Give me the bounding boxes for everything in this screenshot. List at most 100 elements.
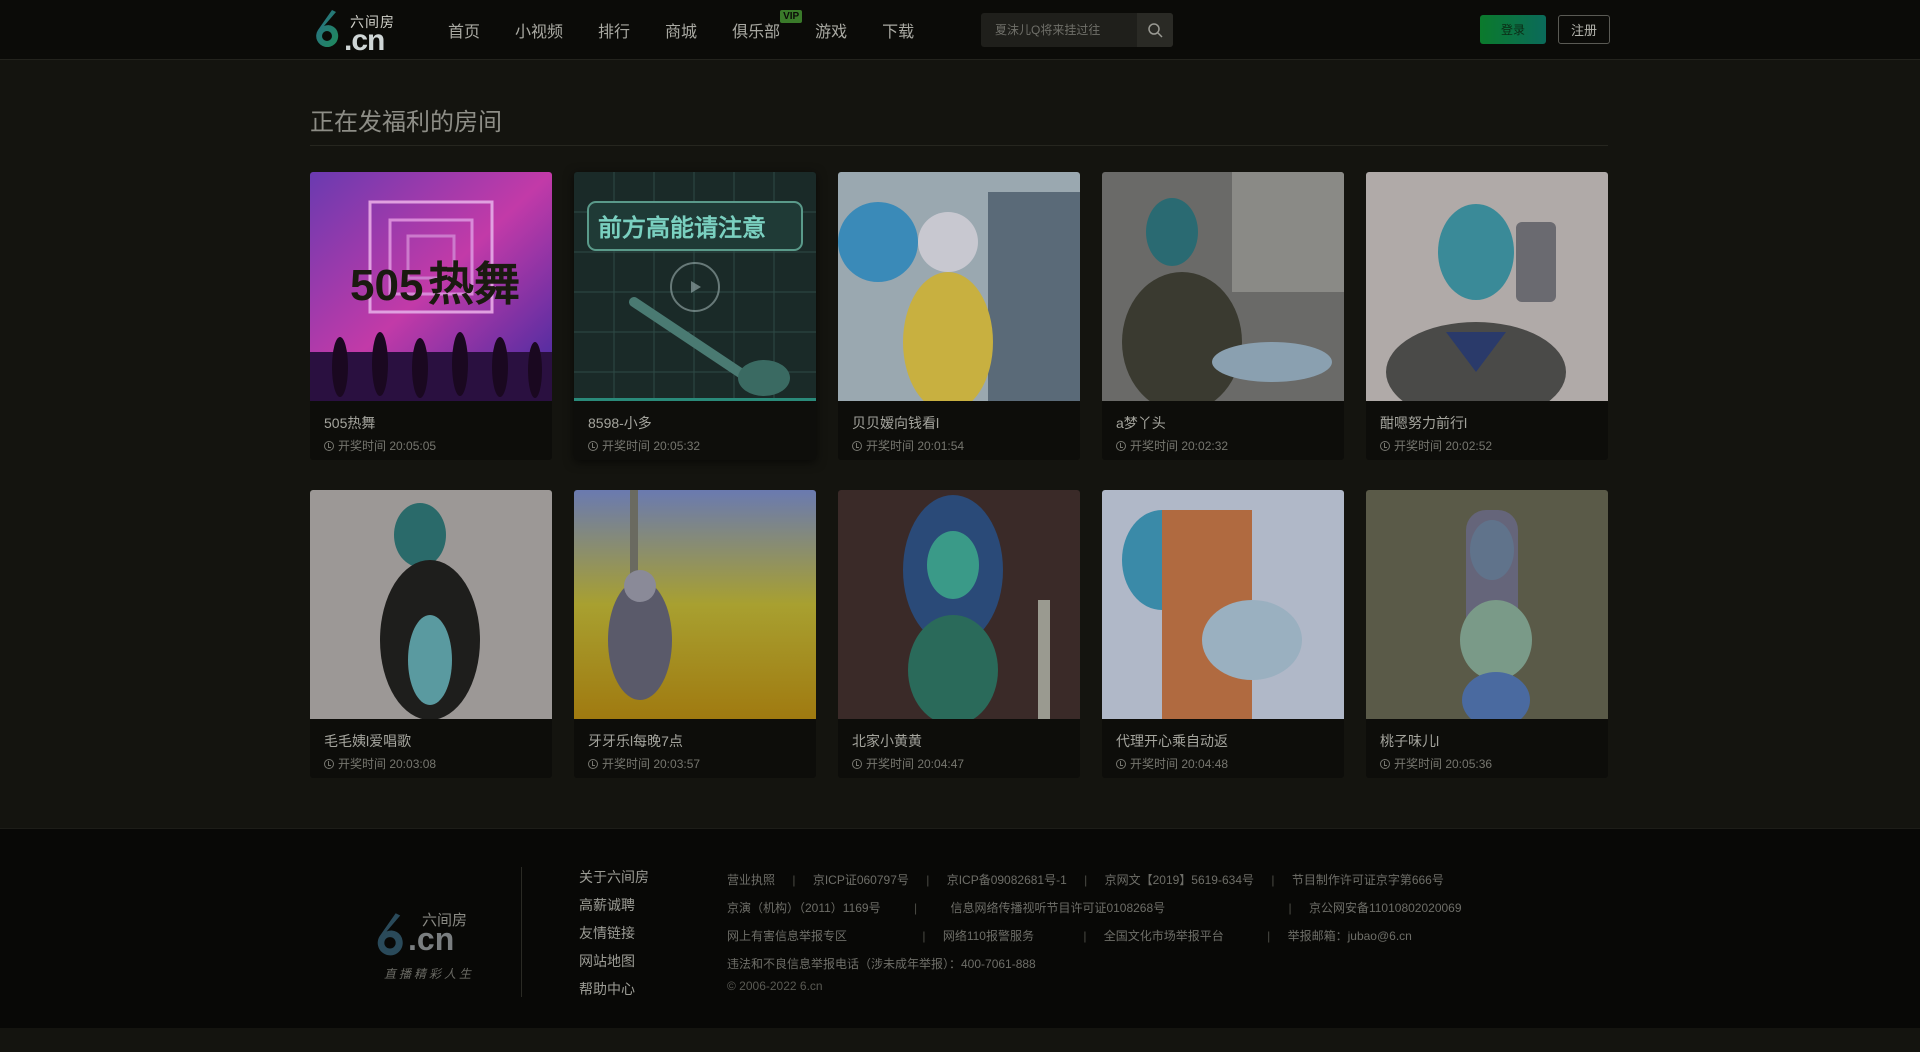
search-input[interactable] <box>981 13 1137 47</box>
footer-link-help[interactable]: 帮助中心 <box>579 975 649 1003</box>
report-culture[interactable]: 全国文化市场举报平台 <box>1104 929 1224 943</box>
thumbnail-streamer-photo <box>838 172 1080 401</box>
clock-icon <box>588 440 598 451</box>
room-name: 8598-小多 <box>588 415 652 431</box>
search-button[interactable] <box>1137 13 1173 47</box>
svg-text:热舞: 热舞 <box>428 258 520 310</box>
lottery-time-text: 开奖时间 20:05:32 <box>602 439 701 453</box>
top-header: 六间房 .cn 首页 小视频 排行 商城 俱乐部 VIP 游戏 下载 登录 注册 <box>0 0 1920 60</box>
room-name: 代理开心乘自动返 <box>1116 733 1228 749</box>
lottery-time-text: 开奖时间 20:03:08 <box>338 757 437 771</box>
nav-home[interactable]: 首页 <box>448 18 480 42</box>
footer-logo-domain: .cn <box>408 921 455 957</box>
license-business[interactable]: 营业执照 <box>727 873 775 887</box>
lottery-time-text: 开奖时间 20:02:52 <box>1394 439 1493 453</box>
lottery-time-text: 开奖时间 20:02:32 <box>1130 439 1229 453</box>
nav-mall[interactable]: 商城 <box>665 18 697 42</box>
nav-club[interactable]: 俱乐部 VIP <box>732 10 803 42</box>
room-card[interactable]: 桃子味儿l 开奖时间 20:05:36 <box>1366 490 1608 778</box>
room-card[interactable]: 代理开心乘自动返 开奖时间 20:04:48 <box>1102 490 1344 778</box>
room-name: 毛毛姨l爱唱歌 <box>324 733 412 749</box>
nav-download[interactable]: 下载 <box>882 18 914 42</box>
lottery-time-text: 开奖时间 20:04:48 <box>1130 757 1229 771</box>
lottery-time: 开奖时间 20:02:32 <box>1116 437 1228 454</box>
report-110[interactable]: 网络110报警服务 <box>943 929 1034 943</box>
nav-short-video[interactable]: 小视频 <box>515 18 563 42</box>
lottery-time: 开奖时间 20:04:47 <box>852 755 964 772</box>
license-net-culture[interactable]: 京网文【2019】5619-634号 <box>1105 873 1254 887</box>
footer-links: 关于六间房 高薪诚聘 友情链接 网站地图 帮助中心 <box>579 863 649 1003</box>
clock-icon <box>1380 440 1390 451</box>
lottery-time-text: 开奖时间 20:05:36 <box>1394 757 1493 771</box>
nav-ranking[interactable]: 排行 <box>598 18 630 42</box>
license-production[interactable]: 节目制作许可证京字第666号 <box>1292 873 1444 887</box>
register-button[interactable]: 注册 <box>1558 15 1610 44</box>
footer-logo: 六间房 .cn 直播精彩人生 <box>370 897 490 987</box>
thumbnail-streamer-photo <box>1366 172 1608 401</box>
lottery-time: 开奖时间 20:05:36 <box>1380 755 1492 772</box>
nav-club-label: 俱乐部 <box>732 24 781 41</box>
room-name: 酣嗯努力前行l <box>1380 415 1468 431</box>
search-icon <box>1148 23 1163 38</box>
six-logo-icon <box>316 10 339 48</box>
lottery-time: 开奖时间 20:02:52 <box>1380 437 1492 454</box>
footer-link-jobs[interactable]: 高薪诚聘 <box>579 891 649 919</box>
room-card[interactable]: 贝贝嫒向钱看l 开奖时间 20:01:54 <box>838 172 1080 460</box>
nav-games[interactable]: 游戏 <box>815 18 847 42</box>
lottery-time: 开奖时间 20:01:54 <box>852 437 964 454</box>
license-icp-record[interactable]: 京ICP备09082681号-1 <box>947 873 1067 887</box>
login-button[interactable]: 登录 <box>1480 15 1546 44</box>
page-title: 正在发福利的房间 <box>310 109 502 136</box>
thumbnail-streamer-photo <box>310 490 552 719</box>
room-card[interactable]: 前方高能请注意 8598-小多 开奖时间 20:05:32 <box>574 172 816 460</box>
lottery-time: 开奖时间 20:03:57 <box>588 755 700 772</box>
logo-domain-text: .cn <box>344 24 385 57</box>
play-icon[interactable] <box>670 262 720 312</box>
room-card[interactable]: a梦丫头 开奖时间 20:02:32 <box>1102 172 1344 460</box>
room-name: 桃子味儿l <box>1380 733 1440 749</box>
clock-icon <box>1116 758 1126 769</box>
report-email[interactable]: 举报邮箱：jubao@6.cn <box>1288 929 1412 943</box>
lottery-time: 开奖时间 20:04:48 <box>1116 755 1228 772</box>
vip-badge: VIP <box>780 10 803 23</box>
footer-divider <box>521 867 522 997</box>
clock-icon <box>852 440 862 451</box>
lottery-time-text: 开奖时间 20:04:47 <box>866 757 965 771</box>
room-name: a梦丫头 <box>1116 415 1166 431</box>
clock-icon <box>1116 440 1126 451</box>
room-card[interactable]: 牙牙乐l每晚7点 开奖时间 20:03:57 <box>574 490 816 778</box>
six-logo-icon <box>377 913 403 956</box>
lottery-time-text: 开奖时间 20:01:54 <box>866 439 965 453</box>
room-card[interactable]: 北家小黄黄 开奖时间 20:04:47 <box>838 490 1080 778</box>
license-icp[interactable]: 京ICP证060797号 <box>813 873 909 887</box>
footer: 六间房 .cn 直播精彩人生 关于六间房 高薪诚聘 友情链接 网站地图 帮助中心… <box>0 828 1920 1028</box>
main-nav: 首页 小视频 排行 商城 俱乐部 VIP 游戏 下载 <box>448 10 949 42</box>
footer-slogan: 直播精彩人生 <box>384 967 475 981</box>
license-av[interactable]: 信息网络传播视听节目许可证0108268号 <box>950 901 1165 915</box>
footer-link-sitemap[interactable]: 网站地图 <box>579 947 649 975</box>
lottery-time-text: 开奖时间 20:05:05 <box>338 439 437 453</box>
clock-icon <box>324 440 334 451</box>
lottery-time: 开奖时间 20:05:05 <box>324 437 436 454</box>
report-harmful[interactable]: 网上有害信息举报专区 <box>727 929 847 943</box>
license-performance[interactable]: 京演（机构）（2011）1169号 <box>727 901 881 915</box>
room-name: 牙牙乐l每晚7点 <box>588 733 683 749</box>
footer-link-about[interactable]: 关于六间房 <box>579 863 649 891</box>
lottery-time-text: 开奖时间 20:03:57 <box>602 757 701 771</box>
site-logo[interactable]: 六间房 .cn <box>310 8 400 57</box>
room-name: 贝贝嫒向钱看l <box>852 415 940 431</box>
room-card[interactable]: 酣嗯努力前行l 开奖时间 20:02:52 <box>1366 172 1608 460</box>
svg-text:505: 505 <box>350 261 423 310</box>
room-name: 505热舞 <box>324 415 376 431</box>
thumbnail-dance-poster: 505 热舞 <box>310 172 552 401</box>
svg-text:前方高能请注意: 前方高能请注意 <box>598 214 766 242</box>
room-card[interactable]: 毛毛姨l爱唱歌 开奖时间 20:03:08 <box>310 490 552 778</box>
thumbnail-streamer-photo <box>1102 490 1344 719</box>
footer-bottom-bar <box>0 1028 1920 1052</box>
lottery-time: 开奖时间 20:05:32 <box>588 437 700 454</box>
thumbnail-streamer-photo <box>1102 172 1344 401</box>
footer-link-friends[interactable]: 友情链接 <box>579 919 649 947</box>
license-police[interactable]: 京公网安备11010802020069 <box>1309 901 1462 915</box>
search-box <box>981 13 1173 47</box>
room-card[interactable]: 505 热舞 505热舞 开奖时间 20:05:05 <box>310 172 552 460</box>
